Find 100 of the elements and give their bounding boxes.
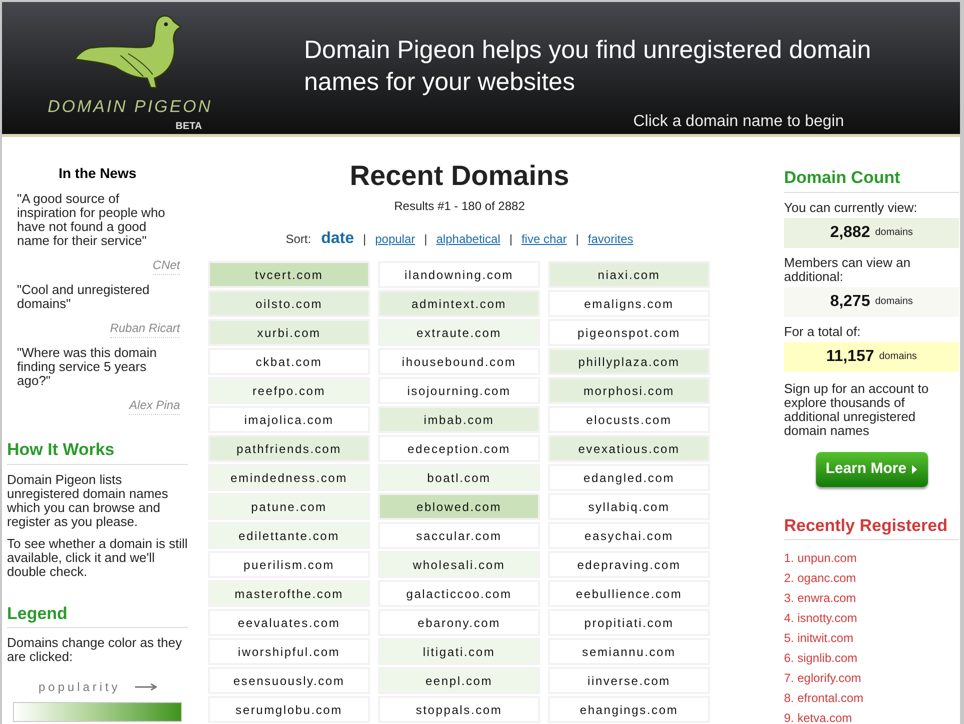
- sort-link[interactable]: favorites: [588, 230, 634, 248]
- domain-link[interactable]: edangled.com: [548, 464, 710, 491]
- domain-link[interactable]: stoppals.com: [378, 696, 540, 723]
- quote-source: Ruban Ricart: [110, 319, 180, 338]
- page-title: Recent Domains: [350, 159, 570, 193]
- count-value: 8,275: [830, 292, 870, 312]
- domain-link[interactable]: oilsto.com: [208, 290, 370, 317]
- domain-link[interactable]: edepraving.com: [548, 551, 710, 578]
- quote-source: CNet: [152, 256, 180, 275]
- count-unit: domains: [875, 226, 913, 240]
- domain-link[interactable]: iinverse.com: [548, 667, 710, 694]
- domain-link[interactable]: emaligns.com: [548, 290, 710, 317]
- count-value: 2,882: [830, 222, 870, 242]
- domain-link[interactable]: ebarony.com: [378, 609, 540, 636]
- quote-text: "A good source of inspiration for people who have not found a good name for their service": [16, 192, 166, 248]
- registered-domain-link[interactable]: 8. efrontal.com: [784, 688, 959, 708]
- domain-link[interactable]: phillyplaza.com: [548, 348, 710, 375]
- separator: |: [509, 231, 512, 248]
- domain-link[interactable]: morphosi.com: [548, 377, 710, 404]
- domain-link[interactable]: eebullience.com: [548, 580, 710, 607]
- count-label: For a total of:: [784, 324, 862, 338]
- domain-link[interactable]: saccular.com: [378, 522, 540, 549]
- domain-link[interactable]: masterofthe.com: [208, 580, 370, 607]
- count-unit: domains: [875, 295, 913, 309]
- domain-link[interactable]: eenpl.com: [378, 667, 540, 694]
- section-heading: Legend: [7, 600, 188, 628]
- domain-link[interactable]: imbab.com: [378, 406, 540, 433]
- domain-link[interactable]: easychai.com: [548, 522, 710, 549]
- domain-link[interactable]: serumglobu.com: [208, 696, 370, 723]
- hint-text: Click a domain name to begin: [633, 112, 844, 132]
- registered-domain-link[interactable]: 5. initwit.com: [784, 628, 959, 648]
- sort-label: Sort:: [286, 231, 312, 248]
- sort-link[interactable]: five char: [521, 230, 567, 248]
- domain-link[interactable]: ilandowning.com: [378, 261, 540, 288]
- tagline: Domain Pigeon helps you find unregistered domain names for your websites: [304, 35, 872, 98]
- domain-link[interactable]: propitiati.com: [548, 609, 710, 636]
- separator: |: [424, 231, 428, 248]
- domain-link[interactable]: tvcert.com: [208, 261, 370, 288]
- paragraph: Domain Pigeon lists unregistered domain names which you can browse and register as you please.: [7, 472, 170, 528]
- domain-link[interactable]: pathfriends.com: [208, 435, 370, 462]
- domain-link[interactable]: edilettante.com: [208, 522, 370, 549]
- domain-link[interactable]: edeception.com: [378, 435, 540, 462]
- count-label: Members can view an additional:: [784, 256, 912, 284]
- domain-link[interactable]: evexatious.com: [548, 435, 710, 462]
- domain-link[interactable]: niaxi.com: [548, 261, 710, 288]
- results-count: Results #1 - 180 of 2882: [394, 198, 525, 215]
- registered-domain-link[interactable]: 9. ketva.com: [784, 708, 959, 724]
- domain-link[interactable]: boatl.com: [378, 464, 540, 491]
- domain-link[interactable]: ihousebound.com: [378, 348, 540, 375]
- domain-link[interactable]: semiannu.com: [548, 638, 710, 665]
- domain-link[interactable]: wholesali.com: [378, 551, 540, 578]
- section-heading: In the News: [58, 164, 138, 183]
- domain-link[interactable]: ckbat.com: [208, 348, 370, 375]
- domain-link[interactable]: iworshipful.com: [208, 638, 370, 665]
- paragraph: Sign up for an account to explore thousands of additional unregistered domain names: [784, 382, 930, 438]
- domain-link[interactable]: elocusts.com: [548, 406, 710, 433]
- caret-icon: [912, 464, 918, 474]
- domain-link[interactable]: eblowed.com: [378, 493, 540, 520]
- section-heading: Domain Count: [784, 165, 959, 192]
- domain-link[interactable]: isojourning.com: [378, 377, 540, 404]
- domain-link[interactable]: litigati.com: [378, 638, 540, 665]
- registered-domain-link[interactable]: 6. signlib.com: [784, 648, 959, 668]
- domain-link[interactable]: syllabiq.com: [548, 493, 710, 520]
- domain-link[interactable]: eevaluates.com: [208, 609, 370, 636]
- beta-label: BETA: [176, 120, 202, 134]
- count-unit: domains: [879, 350, 917, 364]
- domain-link[interactable]: pigeonspot.com: [548, 319, 710, 346]
- registered-domain-link[interactable]: 3. enwra.com: [784, 588, 959, 608]
- quote-source: Alex Pina: [129, 396, 180, 415]
- domain-link[interactable]: ehangings.com: [548, 696, 710, 723]
- domain-link[interactable]: emindedness.com: [208, 464, 370, 491]
- registered-domain-link[interactable]: 1. unpun.com: [784, 548, 959, 568]
- domain-link[interactable]: imajolica.com: [208, 406, 370, 433]
- separator: |: [576, 231, 579, 248]
- domain-link[interactable]: admintext.com: [378, 290, 540, 317]
- domain-link[interactable]: patune.com: [208, 493, 370, 520]
- registered-domain-link[interactable]: 2. oganc.com: [784, 568, 959, 588]
- quote-text: "Cool and unregistered domains": [16, 283, 151, 311]
- scale-label: popularity: [38, 679, 121, 696]
- count-label: You can currently view:: [784, 200, 918, 214]
- separator: |: [362, 231, 366, 248]
- count-value: 11,157: [826, 346, 874, 366]
- domain-link[interactable]: galacticcoo.com: [378, 580, 540, 607]
- arrow-icon: [134, 683, 157, 691]
- section-heading: Recently Registered: [784, 512, 959, 540]
- sort-link[interactable]: alphabetical: [436, 230, 500, 248]
- learn-more-button[interactable]: Learn More: [816, 452, 928, 486]
- registered-domain-link[interactable]: 7. eglorify.com: [784, 668, 959, 688]
- domain-link[interactable]: puerilism.com: [208, 551, 370, 578]
- sort-link[interactable]: popular: [375, 230, 416, 248]
- section-heading: How It Works: [7, 437, 188, 464]
- quote-text: "Where was this domain finding service 5 years ago?": [16, 346, 158, 388]
- domain-link[interactable]: extraute.com: [378, 319, 540, 346]
- logo-text: DOMAIN PIGEON: [48, 96, 212, 118]
- domain-link[interactable]: xurbi.com: [208, 319, 370, 346]
- registered-domain-link[interactable]: 4. isnotty.com: [784, 608, 959, 628]
- sort-link[interactable]: date: [321, 227, 354, 251]
- paragraph: Domains change color as they are clicked:: [7, 636, 183, 664]
- domain-link[interactable]: esensuously.com: [208, 667, 370, 694]
- domain-link[interactable]: reefpo.com: [208, 377, 370, 404]
